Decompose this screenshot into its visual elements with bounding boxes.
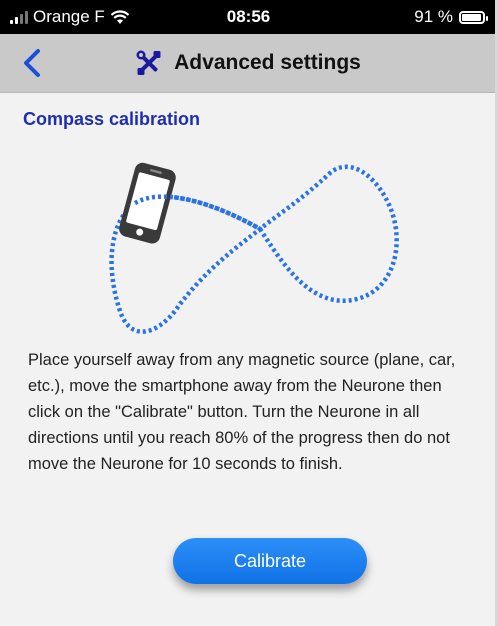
nav-bar: Advanced settings xyxy=(0,34,497,93)
battery-percent: 91 % xyxy=(414,7,453,26)
app-screen: Orange F 08:56 91 % Advanced settings Co… xyxy=(0,0,497,626)
battery-icon xyxy=(459,10,488,24)
status-right: 91 % xyxy=(414,7,488,27)
content: Compass calibration Place yourself away … xyxy=(0,93,497,626)
chevron-left-icon xyxy=(24,49,40,77)
page-title: Advanced settings xyxy=(174,51,361,74)
tools-icon xyxy=(136,50,161,75)
calibrate-button[interactable]: Calibrate xyxy=(173,538,367,584)
status-bar: Orange F 08:56 91 % xyxy=(0,0,497,34)
calibration-instructions: Place yourself away from any magnetic so… xyxy=(28,351,456,473)
smartphone-icon xyxy=(119,162,176,244)
calibration-figure-eight-illustration xyxy=(109,162,399,334)
back-button[interactable] xyxy=(18,47,48,79)
section-title: Compass calibration xyxy=(23,109,201,129)
nav-title: Advanced settings xyxy=(0,34,497,92)
